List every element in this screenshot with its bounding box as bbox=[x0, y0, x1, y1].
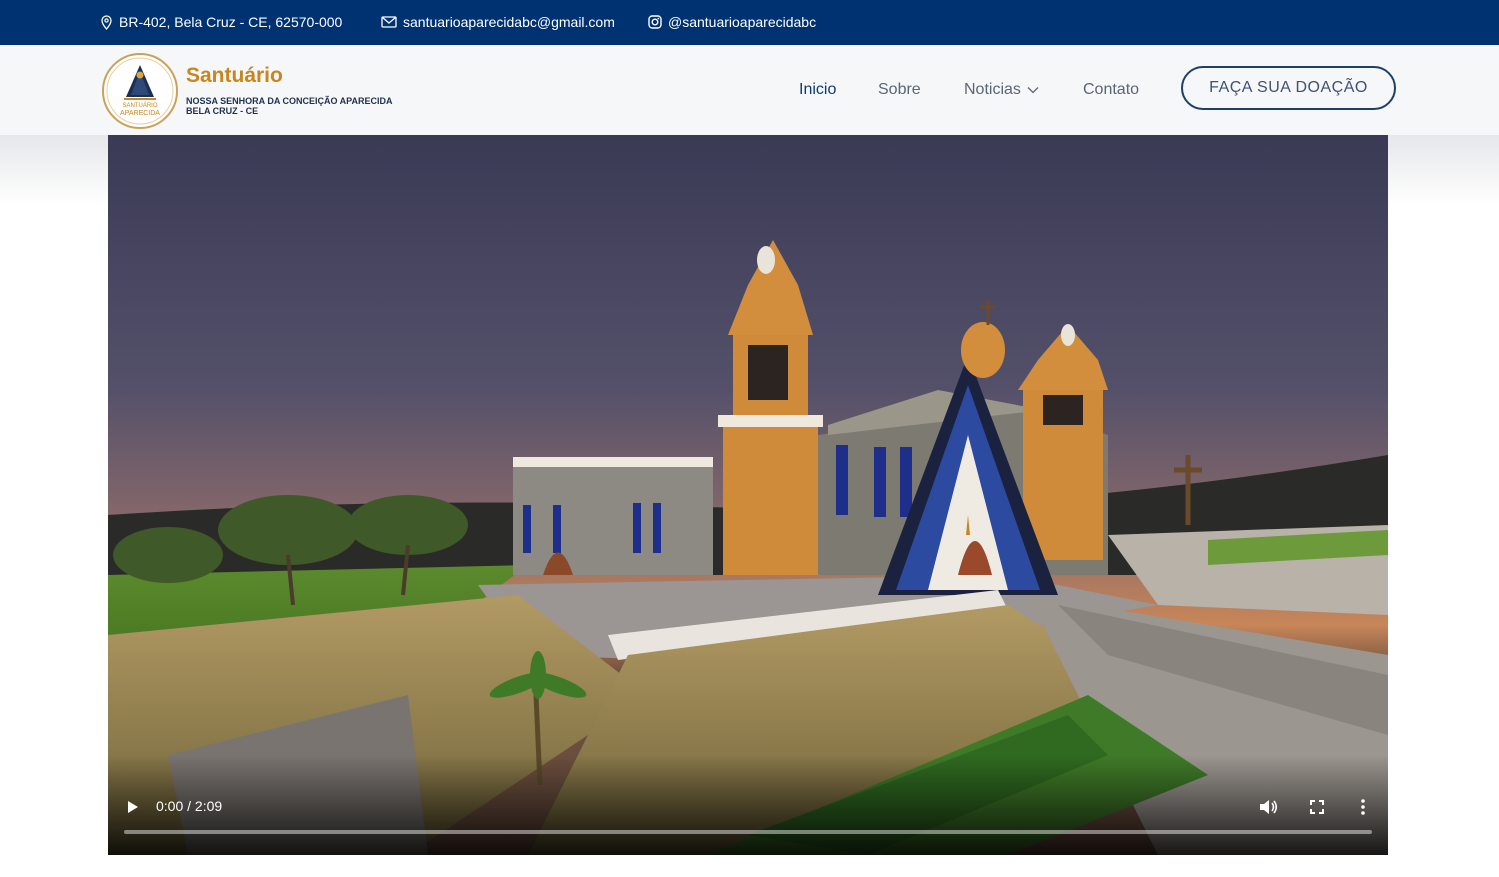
volume-icon[interactable] bbox=[1258, 798, 1278, 816]
brand-subtitle: NOSSA SENHORA DA CONCEIÇÃO APARECIDA BEL… bbox=[186, 96, 446, 116]
nav-item-inicio[interactable]: Inicio bbox=[799, 81, 836, 99]
nav-item-sobre[interactable]: Sobre bbox=[878, 81, 921, 99]
nav-item-contato[interactable]: Contato bbox=[1083, 81, 1139, 99]
brand-title[interactable]: Santuário bbox=[186, 64, 283, 88]
nav-label-noticias: Noticias bbox=[964, 81, 1021, 98]
email-link[interactable]: santuarioaparecidabc@gmail.com bbox=[403, 14, 615, 30]
video-time-display: 0:00 / 2:09 bbox=[156, 798, 223, 814]
address-text: BR-402, Bela Cruz - CE, 62570-000 bbox=[119, 14, 343, 30]
video-controls-gradient bbox=[108, 755, 1388, 855]
top-contact-bar: BR-402, Bela Cruz - CE, 62570-000 santua… bbox=[0, 0, 1499, 45]
video-player[interactable]: 0:00 / 2:09 bbox=[108, 135, 1388, 855]
instagram-icon bbox=[648, 15, 662, 29]
video-progress-bar[interactable] bbox=[124, 830, 1372, 834]
logo-text-top: SANTUÁRIO bbox=[122, 102, 157, 109]
play-icon[interactable] bbox=[126, 800, 140, 814]
brand-subtitle-line1: NOSSA SENHORA DA CONCEIÇÃO APARECIDA bbox=[186, 96, 393, 106]
email-item[interactable]: santuarioaparecidabc@gmail.com bbox=[381, 14, 615, 30]
donate-button[interactable]: FAÇA SUA DOAÇÃO bbox=[1181, 66, 1396, 110]
envelope-icon bbox=[381, 16, 397, 28]
nav-label-inicio: Inicio bbox=[799, 81, 837, 98]
nav-item-noticias[interactable]: Noticias bbox=[964, 81, 1039, 99]
sanctuary-logo[interactable]: SANTUÁRIO APARECIDA bbox=[102, 53, 178, 129]
instagram-link[interactable]: @santuarioaparecidabc bbox=[668, 14, 816, 30]
more-options-icon[interactable] bbox=[1360, 799, 1366, 815]
brand-subtitle-line2: BELA CRUZ - CE bbox=[186, 106, 259, 116]
sanctuary-render-image bbox=[108, 135, 1388, 855]
logo-text-bottom: APARECIDA bbox=[120, 110, 160, 117]
instagram-item[interactable]: @santuarioaparecidabc bbox=[648, 14, 816, 30]
nav-label-sobre: Sobre bbox=[878, 81, 921, 98]
address-item: BR-402, Bela Cruz - CE, 62570-000 bbox=[100, 14, 342, 30]
nav-label-contato: Contato bbox=[1083, 81, 1140, 98]
logo-emblem-icon: SANTUÁRIO APARECIDA bbox=[106, 57, 174, 125]
location-pin-icon bbox=[101, 14, 112, 30]
chevron-down-icon bbox=[1027, 87, 1039, 94]
fullscreen-icon[interactable] bbox=[1310, 800, 1324, 814]
